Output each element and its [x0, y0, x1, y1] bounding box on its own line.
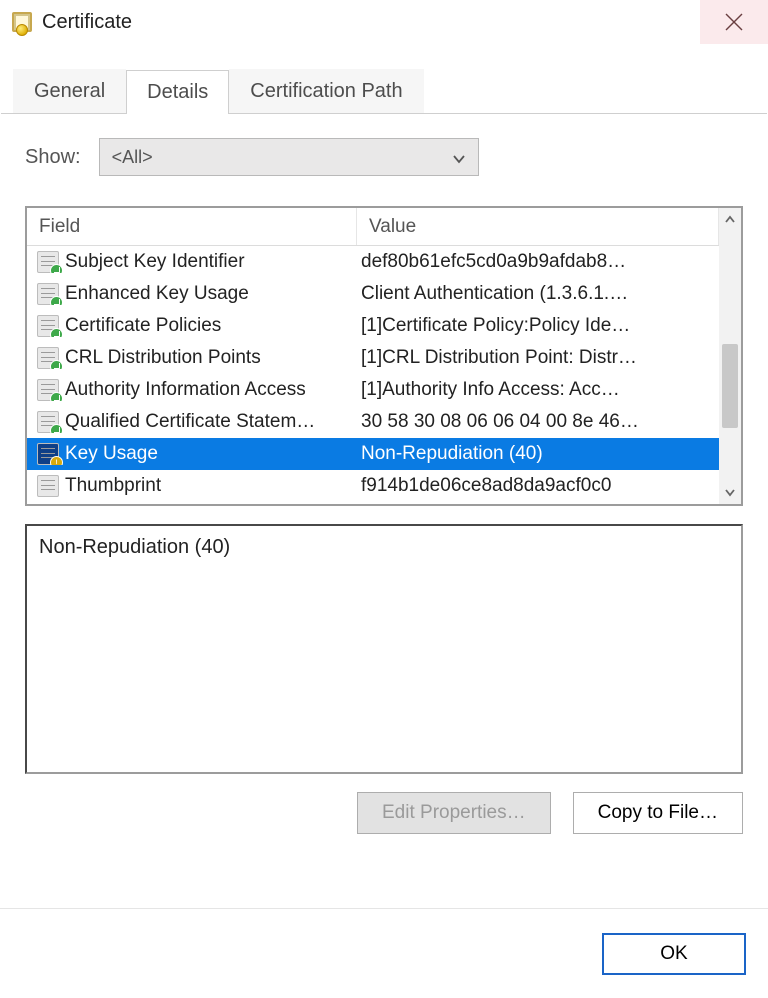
extension-critical-icon	[37, 443, 59, 465]
table-row[interactable]: Thumbprint f914b1de06ce8ad8da9acf0c0	[27, 470, 719, 502]
tab-strip: General Details Certification Path	[1, 45, 767, 114]
row-field: Enhanced Key Usage	[65, 283, 249, 305]
row-field: Key Usage	[65, 443, 158, 465]
extension-icon	[37, 251, 59, 273]
property-icon	[37, 475, 59, 497]
certificate-icon	[12, 12, 32, 32]
tab-details[interactable]: Details	[126, 70, 229, 114]
show-row: Show: <All>	[25, 138, 743, 176]
row-field: Authority Information Access	[65, 379, 306, 401]
edit-properties-button: Edit Properties…	[357, 792, 551, 834]
fields-listview: Field Value Subject Key Identifier def80b…	[25, 206, 743, 506]
table-row[interactable]: Key Usage Non-Repudiation (40)	[27, 438, 719, 470]
copy-to-file-button[interactable]: Copy to File…	[573, 792, 743, 834]
dialog-body: General Details Certification Path Show:…	[0, 44, 768, 908]
chevron-down-icon	[452, 150, 466, 164]
row-value: Non-Repudiation (40)	[357, 443, 719, 465]
show-label: Show:	[25, 146, 81, 169]
table-row[interactable]: Qualified Certificate Statem… 30 58 30 08…	[27, 406, 719, 438]
scrollbar-vertical[interactable]	[719, 208, 741, 504]
row-value: [1]Certificate Policy:Policy Ide…	[357, 315, 719, 337]
extension-icon	[37, 315, 59, 337]
show-combobox[interactable]: <All>	[99, 138, 479, 176]
close-icon	[725, 13, 743, 31]
ok-button[interactable]: OK	[602, 933, 746, 975]
row-field: Thumbprint	[65, 475, 161, 497]
scroll-up-button[interactable]	[719, 208, 741, 232]
extension-icon	[37, 283, 59, 305]
extension-icon	[37, 347, 59, 369]
row-field: CRL Distribution Points	[65, 347, 261, 369]
detail-textbox[interactable]: Non-Repudiation (40)	[25, 524, 743, 774]
window-title: Certificate	[42, 11, 132, 34]
listview-rows: Subject Key Identifier def80b61efc5cd0a9b…	[27, 246, 719, 504]
table-row[interactable]: Subject Key Identifier def80b61efc5cd0a9b…	[27, 246, 719, 278]
scroll-down-button[interactable]	[719, 480, 741, 504]
dialog-footer: OK	[0, 908, 768, 998]
table-row[interactable]: Certificate Policies [1]Certificate Polic…	[27, 310, 719, 342]
close-button[interactable]	[700, 0, 768, 44]
title-bar: Certificate	[0, 0, 768, 44]
row-value: [1]CRL Distribution Point: Distr…	[357, 347, 719, 369]
row-field: Qualified Certificate Statem…	[65, 411, 315, 433]
row-value: def80b61efc5cd0a9b9afdab8…	[357, 251, 719, 273]
scrollbar-thumb[interactable]	[722, 344, 738, 428]
extension-icon	[37, 411, 59, 433]
table-row[interactable]: CRL Distribution Points [1]CRL Distributi…	[27, 342, 719, 374]
column-header-value[interactable]: Value	[357, 208, 719, 245]
table-row[interactable]: Authority Information Access [1]Authority…	[27, 374, 719, 406]
row-value: 30 58 30 08 06 06 04 00 8e 46…	[357, 411, 719, 433]
table-row[interactable]: Enhanced Key Usage Client Authentication …	[27, 278, 719, 310]
row-field: Certificate Policies	[65, 315, 221, 337]
row-value: Client Authentication (1.3.6.1.…	[357, 283, 719, 305]
row-field: Subject Key Identifier	[65, 251, 245, 273]
column-header-field[interactable]: Field	[27, 208, 357, 245]
tab-panel-details: Show: <All> Field Value Subject Key Iden…	[1, 114, 767, 834]
tab-certification-path[interactable]: Certification Path	[229, 69, 423, 113]
extension-icon	[37, 379, 59, 401]
row-value: [1]Authority Info Access: Acc…	[357, 379, 719, 401]
scrollbar-track[interactable]	[719, 232, 741, 480]
tab-general[interactable]: General	[13, 69, 126, 113]
show-selected: <All>	[112, 147, 452, 168]
row-value: f914b1de06ce8ad8da9acf0c0	[357, 475, 719, 497]
